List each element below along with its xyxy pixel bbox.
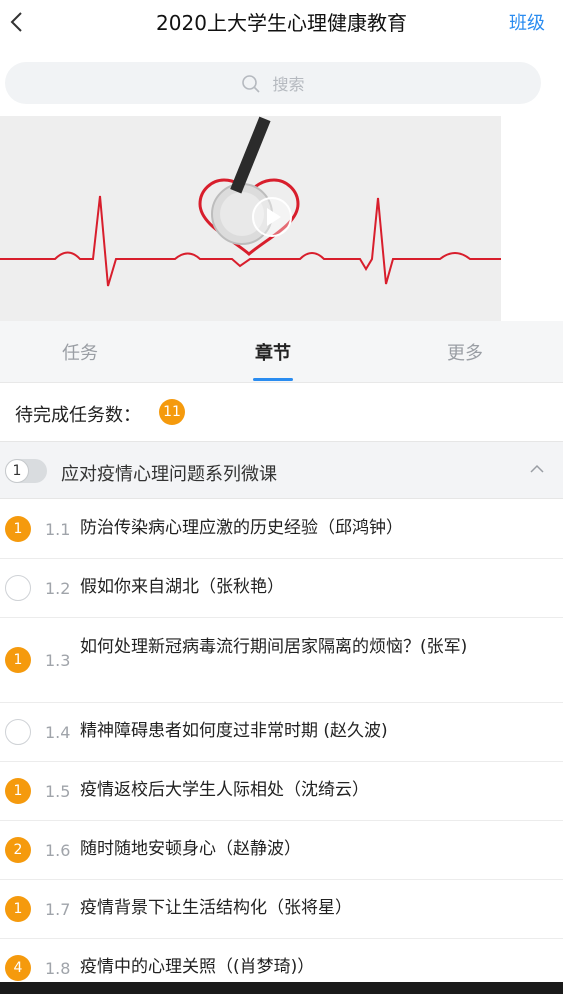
play-icon[interactable] <box>251 196 293 238</box>
lesson-item[interactable]: 1.4 精神障碍患者如何度过非常时期 (赵久波) <box>0 703 563 762</box>
chapter-section-header[interactable]: 1 应对疫情心理问题系列微课 <box>0 441 563 499</box>
lesson-number: 1.4 <box>45 723 71 742</box>
tab-more[interactable]: 更多 <box>405 339 525 365</box>
pending-tasks-label: 待完成任务数： <box>15 405 141 426</box>
section-toggle[interactable]: 1 <box>5 459 47 483</box>
tab-tasks[interactable]: 任务 <box>20 339 140 365</box>
lesson-number: 1.2 <box>45 579 71 598</box>
lesson-title: 疫情返校后大学生人际相处（沈绮云） <box>80 780 369 800</box>
lesson-number: 1.3 <box>45 651 71 670</box>
search-input[interactable]: 搜索 <box>5 62 541 104</box>
lesson-status-circle <box>5 575 31 601</box>
section-title: 应对疫情心理问题系列微课 <box>61 464 277 485</box>
lesson-status-circle <box>5 719 31 745</box>
lesson-title: 随时随地安顿身心（赵静波） <box>80 839 301 859</box>
tab-chapters[interactable]: 章节 <box>213 339 333 365</box>
lesson-status-badge: 4 <box>5 955 31 981</box>
lesson-item[interactable]: 4 1.8 疫情中的心理关照（(肖梦琦)） <box>0 939 563 982</box>
search-icon <box>241 75 272 94</box>
system-nav-bar <box>0 982 563 994</box>
class-link[interactable]: 班级 <box>509 9 545 35</box>
lesson-item[interactable]: 2 1.6 随时随地安顿身心（赵静波） <box>0 821 563 880</box>
lesson-number: 1.5 <box>45 782 71 801</box>
lesson-title: 防治传染病心理应激的历史经验（邱鸿钟） <box>80 518 403 538</box>
lesson-status-badge: 2 <box>5 837 31 863</box>
lesson-title: 精神障碍患者如何度过非常时期 (赵久波) <box>80 721 388 741</box>
lesson-number: 1.6 <box>45 841 71 860</box>
lesson-number: 1.7 <box>45 900 71 919</box>
pending-count-badge: 11 <box>159 399 185 425</box>
course-banner-video[interactable] <box>0 116 563 321</box>
lesson-title: 假如你来自湖北（张秋艳） <box>80 577 284 597</box>
lesson-number: 1.1 <box>45 520 71 539</box>
tab-bar: 任务 章节 更多 <box>0 321 563 383</box>
lesson-item[interactable]: 1 1.7 疫情背景下让生活结构化（张将星） <box>0 880 563 939</box>
lesson-item[interactable]: 1.2 假如你来自湖北（张秋艳） <box>0 559 563 618</box>
lesson-status-badge: 1 <box>5 778 31 804</box>
top-bar: 2020上大学生心理健康教育 班级 <box>0 0 563 44</box>
section-index: 1 <box>5 459 29 483</box>
lesson-status-badge: 1 <box>5 516 31 542</box>
lesson-title: 疫情中的心理关照（(肖梦琦)） <box>80 957 315 977</box>
pending-tasks-row: 待完成任务数： 11 <box>0 383 563 441</box>
search-placeholder: 搜索 <box>272 75 305 94</box>
banner-side-strip <box>501 116 563 321</box>
lesson-item[interactable]: 1 1.1 防治传染病心理应激的历史经验（邱鸿钟） <box>0 500 563 559</box>
lesson-status-badge: 1 <box>5 647 31 673</box>
lesson-item[interactable]: 1 1.5 疫情返校后大学生人际相处（沈绮云） <box>0 762 563 821</box>
active-tab-indicator <box>253 378 293 381</box>
lesson-title: 疫情背景下让生活结构化（张将星） <box>80 898 352 918</box>
page-title: 2020上大学生心理健康教育 <box>156 11 407 35</box>
lesson-status-badge: 1 <box>5 896 31 922</box>
chevron-up-icon[interactable] <box>529 461 545 481</box>
lesson-title: 如何处理新冠病毒流行期间居家隔离的烦恼？(张军) <box>80 637 468 657</box>
lesson-item[interactable]: 1 1.3 如何处理新冠病毒流行期间居家隔离的烦恼？(张军) <box>0 618 563 703</box>
lesson-number: 1.8 <box>45 959 71 978</box>
